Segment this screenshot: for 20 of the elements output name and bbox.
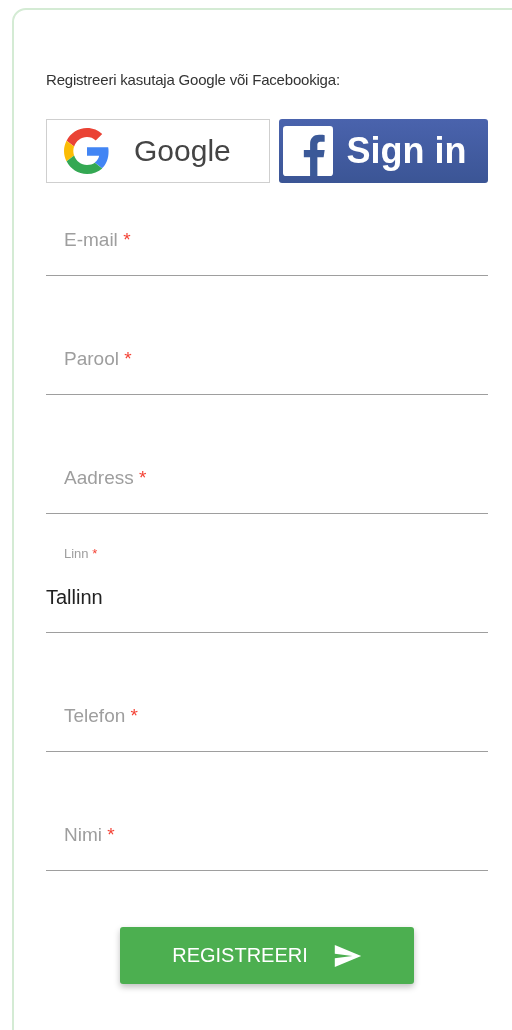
input-field[interactable]: Linn * Tallinn	[46, 540, 488, 633]
field-label: Parool *	[64, 348, 133, 370]
send-icon	[333, 944, 362, 967]
input-field[interactable]: Telefon *	[46, 659, 488, 752]
google-logo-icon	[64, 128, 110, 174]
input-field[interactable]: Nimi *	[46, 778, 488, 871]
input-field[interactable]: Aadress *	[46, 421, 488, 514]
register-button[interactable]: REGISTREERI	[120, 927, 414, 984]
facebook-sign-in-button[interactable]: Sign in	[278, 119, 488, 183]
field-label: Linn *	[64, 546, 99, 562]
field-label: Nimi *	[64, 824, 116, 846]
field-label: Aadress *	[64, 467, 148, 489]
field-label: E-mail *	[64, 229, 132, 251]
intro-text: Registreeri kasutaja Google või Facebookiga:	[46, 70, 341, 90]
facebook-logo-icon	[282, 126, 333, 176]
input-field[interactable]: E-mail *	[46, 183, 488, 276]
field-label: Telefon *	[64, 705, 139, 727]
field-value: Tallinn	[46, 586, 104, 608]
google-sign-in-button[interactable]: Google	[46, 119, 270, 183]
input-field[interactable]: Parool *	[46, 302, 488, 395]
